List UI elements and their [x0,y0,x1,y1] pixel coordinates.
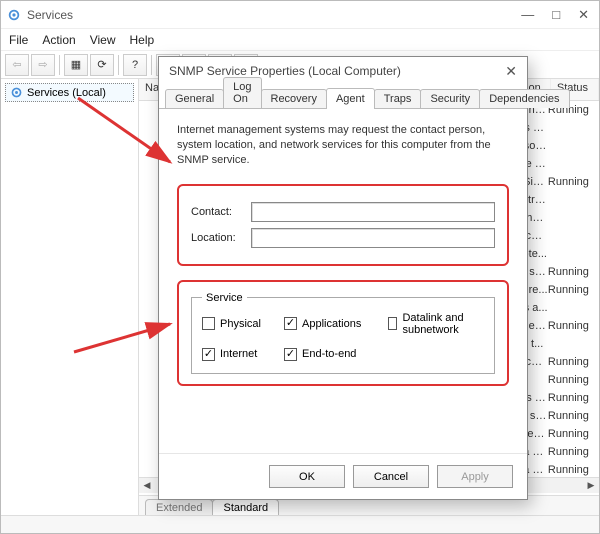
contact-label: Contact: [191,206,251,218]
cell-status: Running [548,392,593,404]
close-button[interactable]: ✕ [578,7,589,23]
service-legend: Service [202,292,247,304]
refresh-button[interactable]: ⟳ [90,54,114,76]
location-input[interactable] [251,228,495,248]
contact-location-highlight: Contact: Location: [177,184,509,266]
maximize-button[interactable]: □ [552,7,560,23]
dialog-body: Internet management systems may request … [159,109,527,453]
menu-file[interactable]: File [9,33,28,47]
cancel-button[interactable]: Cancel [353,465,429,488]
cell-status: Running [548,320,593,332]
checkbox-endtoend[interactable]: End-to-end [284,348,388,361]
tab-dependencies[interactable]: Dependencies [479,89,569,108]
titlebar: Services — □ ✕ [1,1,599,29]
cell-status: Running [548,464,593,476]
status-bar [1,515,599,533]
cell-status: Running [548,428,593,440]
help-button[interactable]: ? [123,54,147,76]
menu-bar: File Action View Help [1,29,599,51]
tree-item-services-local[interactable]: Services (Local) [5,83,134,102]
cell-status: Running [548,284,593,296]
apply-button[interactable]: Apply [437,465,513,488]
cell-status: Running [548,446,593,458]
cell-status: Running [548,356,593,368]
nav-forward-button[interactable]: ⇨ [31,54,55,76]
contact-input[interactable] [251,202,495,222]
cell-status: Running [548,410,593,422]
minimize-button[interactable]: — [521,7,534,23]
cell-status: Running [548,266,593,278]
menu-help[interactable]: Help [130,33,155,47]
service-group: Service Physical Applications Datalink a… [191,292,495,374]
dialog-tabs: General Log On Recovery Agent Traps Secu… [159,85,527,109]
checkbox-datalink[interactable]: Datalink and subnetwork [388,312,484,336]
tab-general[interactable]: General [165,89,224,108]
ok-button[interactable]: OK [269,465,345,488]
checkbox-internet[interactable]: Internet [202,348,284,361]
tab-traps[interactable]: Traps [374,89,422,108]
service-highlight: Service Physical Applications Datalink a… [177,280,509,386]
tab-agent[interactable]: Agent [326,88,375,109]
cell-status: Running [548,176,593,188]
dialog-footer: OK Cancel Apply [159,453,527,499]
tab-standard[interactable]: Standard [212,499,279,515]
scroll-right-icon[interactable]: ▶ [583,479,599,493]
scroll-left-icon[interactable]: ◀ [139,479,155,493]
checkbox-physical[interactable]: Physical [202,312,284,336]
nav-back-button[interactable]: ⇦ [5,54,29,76]
snmp-properties-dialog: SNMP Service Properties (Local Computer)… [158,56,528,500]
cell-status: Running [548,374,593,386]
menu-view[interactable]: View [90,33,116,47]
tab-logon[interactable]: Log On [223,77,261,108]
gear-icon [10,86,23,99]
agent-description: Internet management systems may request … [177,123,509,168]
location-label: Location: [191,232,251,244]
tab-extended[interactable]: Extended [145,499,213,515]
tab-security[interactable]: Security [420,89,480,108]
dialog-titlebar: SNMP Service Properties (Local Computer)… [159,57,527,85]
close-icon[interactable]: ✕ [505,63,517,80]
window-title: Services [27,8,73,22]
properties-button[interactable]: ▦ [64,54,88,76]
tree-item-label: Services (Local) [27,87,106,99]
dialog-title: SNMP Service Properties (Local Computer) [169,64,401,78]
tree-pane: Services (Local) [1,79,139,515]
gear-icon [7,8,21,22]
menu-action[interactable]: Action [42,33,75,47]
checkbox-applications[interactable]: Applications [284,312,388,336]
tab-recovery[interactable]: Recovery [261,89,327,108]
